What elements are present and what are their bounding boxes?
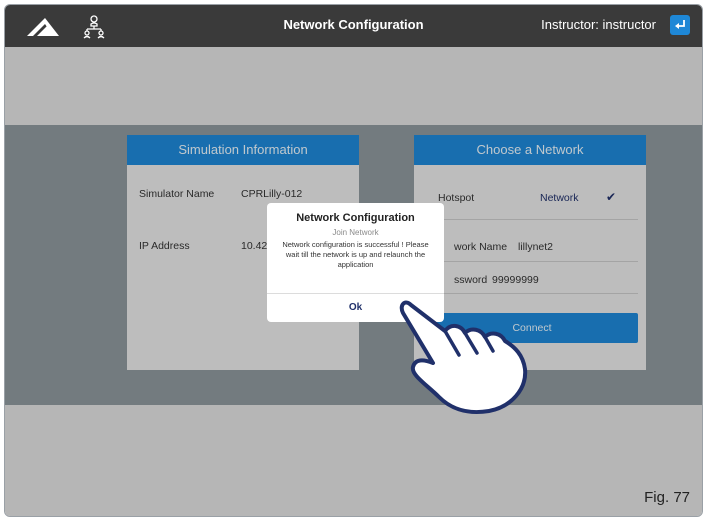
- top-bar: Network Configuration Instructor: instru…: [5, 5, 702, 47]
- instructor-label: Instructor: instructor: [541, 17, 656, 32]
- pointing-hand-icon: [399, 300, 528, 414]
- dialog-subtitle: Join Network: [332, 228, 379, 237]
- dialog-message-line: application: [337, 260, 374, 269]
- dialog-message: Network configuration is successful ! Pl…: [275, 240, 436, 270]
- dialog-message-line: Network configuration is successful ! Pl…: [282, 240, 429, 249]
- app-frame: Network Configuration Instructor: instru…: [4, 4, 703, 517]
- dialog-message-line: wait till the network is up and relaunch…: [285, 250, 426, 259]
- figure-label: Fig. 77: [644, 489, 690, 506]
- dialog-title: Network Configuration: [296, 212, 415, 224]
- logout-button[interactable]: [670, 15, 690, 35]
- return-arrow-icon: [675, 20, 685, 29]
